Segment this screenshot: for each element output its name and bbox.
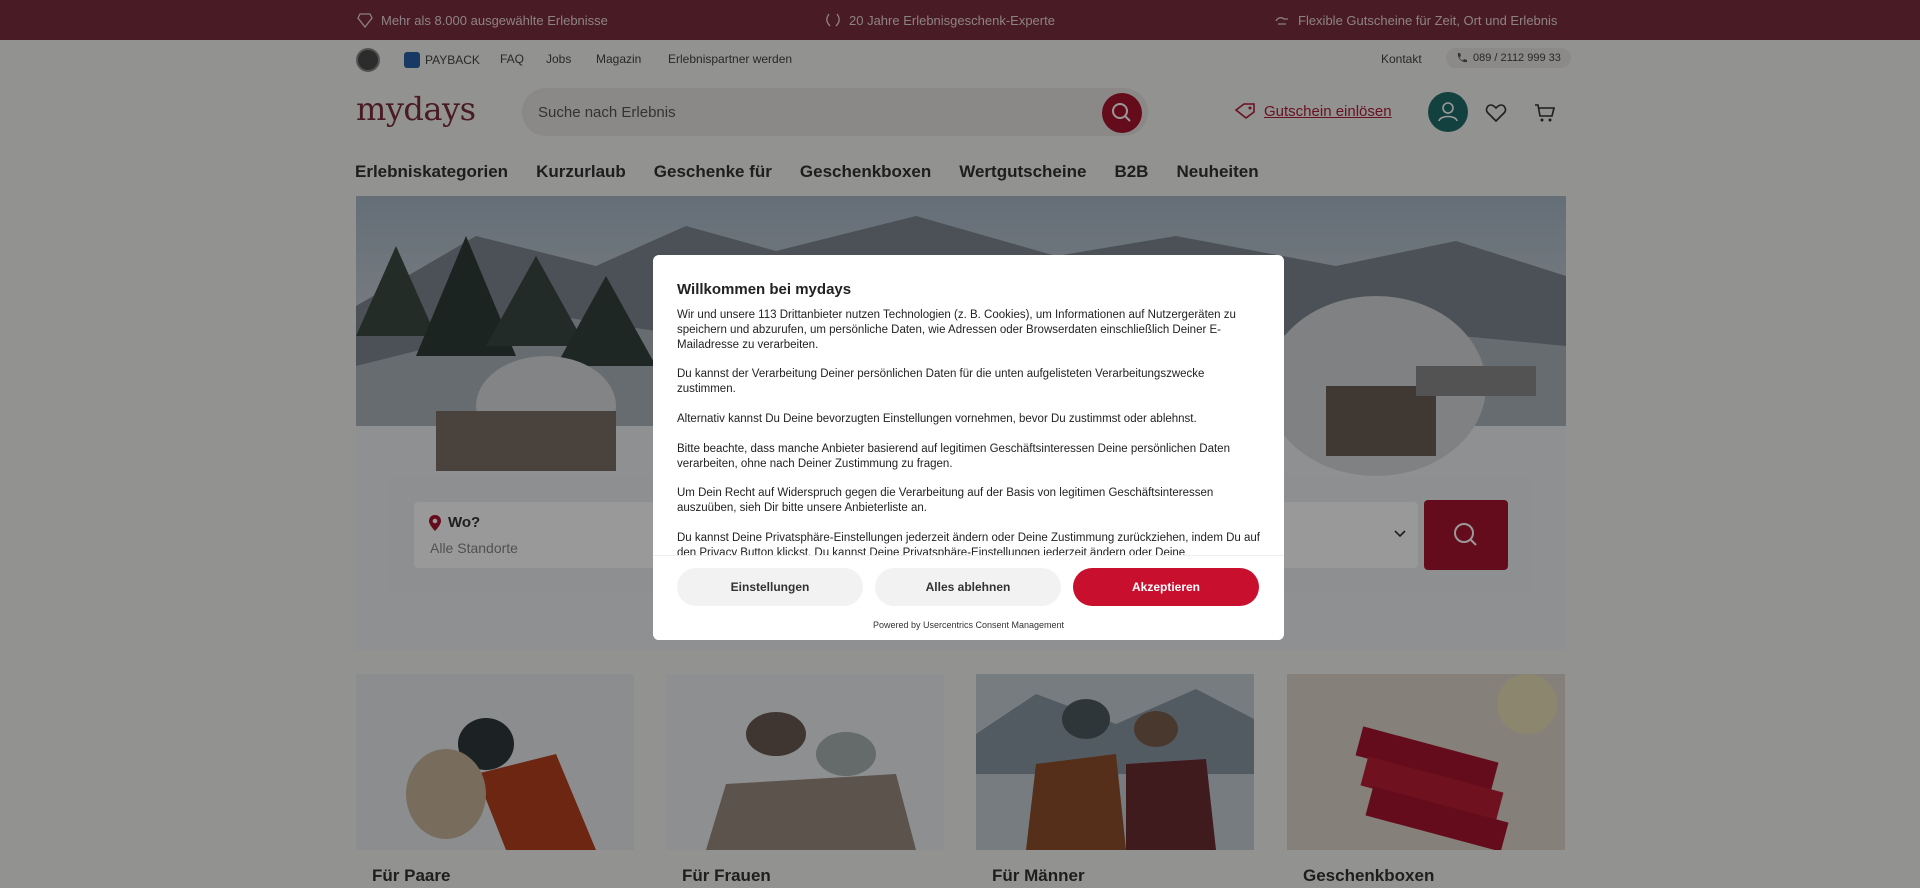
settings-button[interactable]: Einstellungen [677,568,863,606]
consent-paragraph: Bitte beachte, dass manche Anbieter basi… [677,442,1230,470]
consent-paragraph: Alternativ kannst Du Deine bevorzugten E… [677,412,1197,425]
consent-paragraph: Wir und unsere 113 Drittanbieter nutzen … [677,309,1236,351]
reject-all-button[interactable]: Alles ablehnen [875,568,1061,606]
consent-footer: Einstellungen Alles ablehnen Akzeptieren… [653,555,1284,640]
consent-paragraph: Du kannst der Verarbeitung Deiner persön… [677,368,1205,396]
powered-by-text: Powered by Usercentrics Consent Manageme… [872,620,1065,630]
consent-paragraph: Um Dein Recht auf Widerspruch gegen die … [677,487,1214,515]
accept-button[interactable]: Akzeptieren [1073,568,1259,606]
consent-title: Willkommen bei mydays [677,281,852,298]
cookie-consent-dialog: Willkommen bei mydays Wir und unsere 113… [653,255,1284,640]
